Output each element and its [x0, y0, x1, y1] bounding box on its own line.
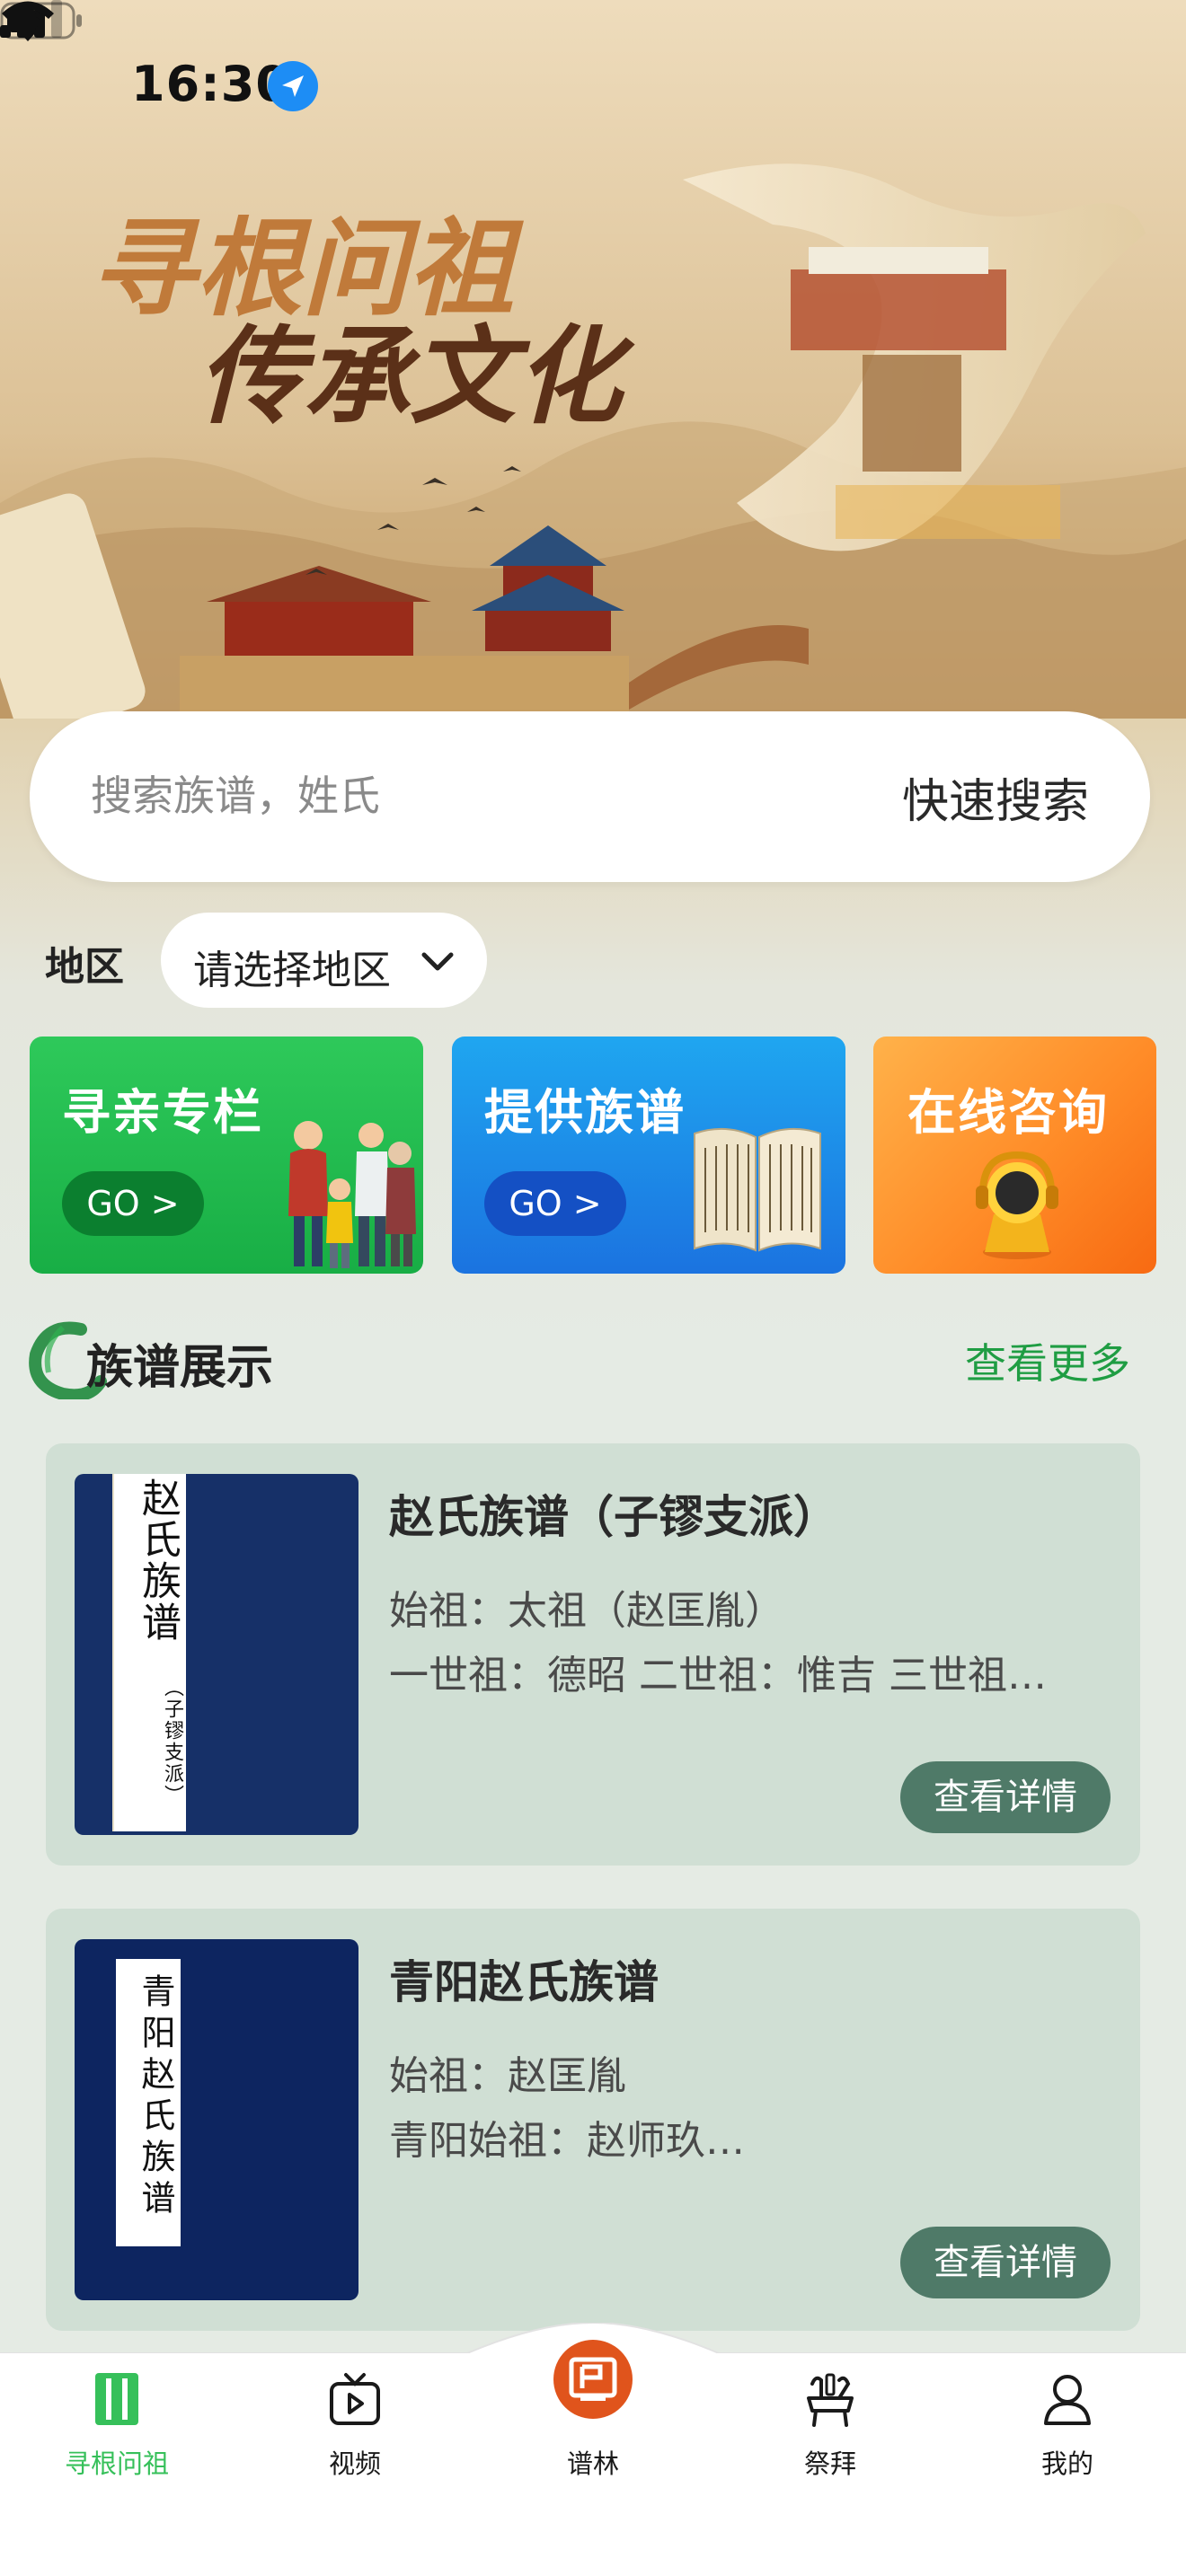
cover-subtitle: （子镠支派）: [161, 1677, 183, 1806]
cover-title: 赵氏族谱: [135, 1478, 181, 1643]
online-consult-card[interactable]: 在线咨询: [873, 1037, 1156, 1274]
online-consult-title: 在线咨询: [907, 1084, 1109, 1141]
region-label: 地区: [45, 944, 124, 990]
book-icon: [95, 2373, 138, 2425]
provide-genealogy-card[interactable]: 提供族谱 GO >: [452, 1037, 845, 1274]
user-icon: [1044, 2375, 1091, 2425]
genealogy-title: 赵氏族谱（子镠支派）: [389, 1491, 838, 1543]
status-bar: 16:30: [0, 0, 1186, 171]
open-book-icon: [694, 1127, 821, 1252]
region-select-value: 请选择地区: [193, 948, 391, 993]
tab-label: 谱林: [566, 2448, 619, 2479]
search-bar: 快速搜索: [30, 711, 1150, 882]
hero-banner: 寻根问祖 传承文化 16:30: [0, 0, 1186, 719]
book-cover: 青阳赵氏族谱: [75, 1939, 358, 2300]
status-time: 16:30: [131, 56, 290, 112]
tab-home[interactable]: 寻根问祖: [18, 2371, 216, 2488]
chevron-down-icon: [421, 952, 454, 971]
provide-genealogy-go-button[interactable]: GO >: [484, 1171, 626, 1236]
quick-search-button[interactable]: 快速搜索: [902, 763, 1089, 831]
genealogy-ancestor: 始祖：赵匡胤: [389, 2053, 626, 2099]
tv-icon: [330, 2373, 380, 2425]
tab-label: 寻根问祖: [64, 2448, 169, 2479]
view-more-link[interactable]: 查看更多: [965, 1331, 1130, 1390]
region-select[interactable]: 请选择地区: [161, 913, 487, 1008]
genealogy-card[interactable]: 赵氏族谱 （子镠支派） 赵氏族谱（子镠支派） 始祖：太祖（赵匡胤） 一世祖：德昭…: [46, 1443, 1140, 1866]
find-relatives-go-button[interactable]: GO >: [62, 1171, 204, 1236]
section-title: 族谱展示: [86, 1341, 274, 1395]
genealogy-card[interactable]: 青阳赵氏族谱 青阳赵氏族谱 始祖：赵匡胤 青阳始祖：赵师玖… 查看详情: [46, 1909, 1140, 2331]
home-page: 寻根问祖 传承文化 16:30 搜索族谱，姓氏 快速搜索 地区 请选择地区 寻亲…: [0, 0, 1186, 2576]
genealogy-generations: 一世祖：德昭 二世祖：惟吉 三世祖…: [389, 1653, 1047, 1698]
search-input[interactable]: [91, 767, 774, 825]
location-arrow-icon: [268, 61, 318, 111]
tab-label: 视频: [328, 2448, 381, 2479]
tab-label: 我的: [1040, 2448, 1093, 2479]
tab-video[interactable]: 视频: [256, 2371, 454, 2488]
cover-label: 赵氏族谱 （子镠支派）: [112, 1474, 186, 1831]
genealogy-section-header: 族谱展示 查看更多: [27, 1311, 1159, 1401]
cover-title: 青阳赵氏族谱: [136, 1973, 175, 2221]
view-details-button[interactable]: 查看详情: [900, 2227, 1111, 2298]
cover-label: 青阳赵氏族谱: [116, 1959, 181, 2246]
genealogy-title: 青阳赵氏族谱: [389, 1956, 659, 2008]
banner-title-1: 寻根问祖: [90, 206, 524, 331]
tab-profile[interactable]: 我的: [969, 2371, 1166, 2488]
book-cover: 赵氏族谱 （子镠支派）: [75, 1474, 358, 1835]
battery-icon: [0, 2, 82, 40]
find-relatives-title: 寻亲专栏: [62, 1084, 263, 1141]
genealogy-generations: 青阳始祖：赵师玖…: [389, 2118, 745, 2164]
tab-pulin[interactable]: 谱林: [494, 2371, 692, 2488]
tab-label: 祭拜: [803, 2448, 856, 2479]
altar-icon: [807, 2373, 854, 2427]
tab-worship[interactable]: 祭拜: [731, 2371, 929, 2488]
genealogy-ancestor: 始祖：太祖（赵匡胤）: [389, 1588, 784, 1634]
provide-genealogy-title: 提供族谱: [484, 1084, 686, 1141]
customer-service-icon: [976, 1151, 1058, 1259]
family-illustration: [288, 1121, 416, 1268]
find-relatives-card[interactable]: 寻亲专栏 GO >: [30, 1037, 423, 1274]
banner-title-2: 传承文化: [198, 313, 635, 438]
view-details-button[interactable]: 查看详情: [900, 1761, 1111, 1833]
